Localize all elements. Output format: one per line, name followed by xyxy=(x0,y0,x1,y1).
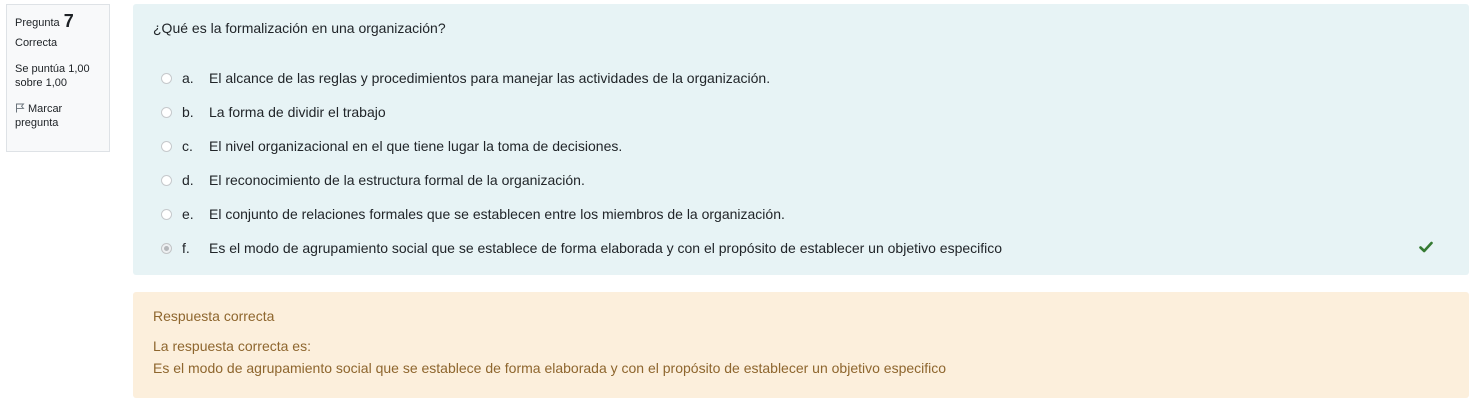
question-text: ¿Qué es la formalización en una organiza… xyxy=(153,20,446,36)
question-feedback: Respuesta correcta La respuesta correcta… xyxy=(133,292,1469,398)
answer-option-f[interactable]: f. Es el modo de agrupamiento social que… xyxy=(161,231,1451,265)
question-number: Pregunta 7 xyxy=(15,12,101,32)
option-e-radio[interactable] xyxy=(161,208,172,220)
option-b-radio[interactable] xyxy=(161,106,172,118)
question-grade: Se puntúa 1,00 sobre 1,00 xyxy=(15,63,90,89)
flag-icon xyxy=(16,103,25,113)
option-letter: b. xyxy=(182,104,194,120)
option-text: Es el modo de agrupamiento social que se… xyxy=(209,240,1003,256)
question-number-value: 7 xyxy=(63,11,74,31)
check-icon xyxy=(1419,241,1433,253)
question-state: Correcta xyxy=(15,37,58,49)
option-letter: e. xyxy=(182,206,194,222)
option-text: El reconocimiento de la estructura forma… xyxy=(209,172,585,188)
option-text: La forma de dividir el trabajo xyxy=(209,104,386,120)
option-letter: f. xyxy=(182,240,190,256)
option-letter: d. xyxy=(182,172,194,188)
answer-options: a. El alcance de las reglas y procedimie… xyxy=(161,61,1451,265)
option-d-radio[interactable] xyxy=(161,174,172,186)
answer-option-a[interactable]: a. El alcance de las reglas y procedimie… xyxy=(161,61,1451,95)
answer-option-d[interactable]: d. El reconocimiento de la estructura fo… xyxy=(161,163,1451,197)
option-letter: c. xyxy=(182,138,193,154)
option-a-radio[interactable] xyxy=(161,72,172,84)
right-answer-label: La respuesta correcta es: xyxy=(153,338,311,354)
option-c-radio[interactable] xyxy=(161,140,172,152)
answer-option-c[interactable]: c. El nivel organizacional en el que tie… xyxy=(161,129,1451,163)
question-label: Pregunta xyxy=(15,17,60,29)
option-text: El nivel organizacional en el que tiene … xyxy=(209,138,623,154)
option-text: El conjunto de relaciones formales que s… xyxy=(209,206,785,222)
feedback-result: Respuesta correcta xyxy=(153,308,275,324)
question-formulation: ¿Qué es la formalización en una organiza… xyxy=(133,4,1469,275)
option-letter: a. xyxy=(182,70,194,86)
option-f-radio[interactable] xyxy=(161,242,172,254)
flag-question-link[interactable]: Marcar pregunta xyxy=(15,102,101,130)
right-answer-text: Es el modo de agrupamiento social que se… xyxy=(153,360,947,376)
answer-option-b[interactable]: b. La forma de dividir el trabajo xyxy=(161,95,1451,129)
question-info-panel: Pregunta 7 Correcta Se puntúa 1,00 sobre… xyxy=(6,4,110,152)
option-text: El alcance de las reglas y procedimiento… xyxy=(209,70,771,86)
answer-option-e[interactable]: e. El conjunto de relaciones formales qu… xyxy=(161,197,1451,231)
